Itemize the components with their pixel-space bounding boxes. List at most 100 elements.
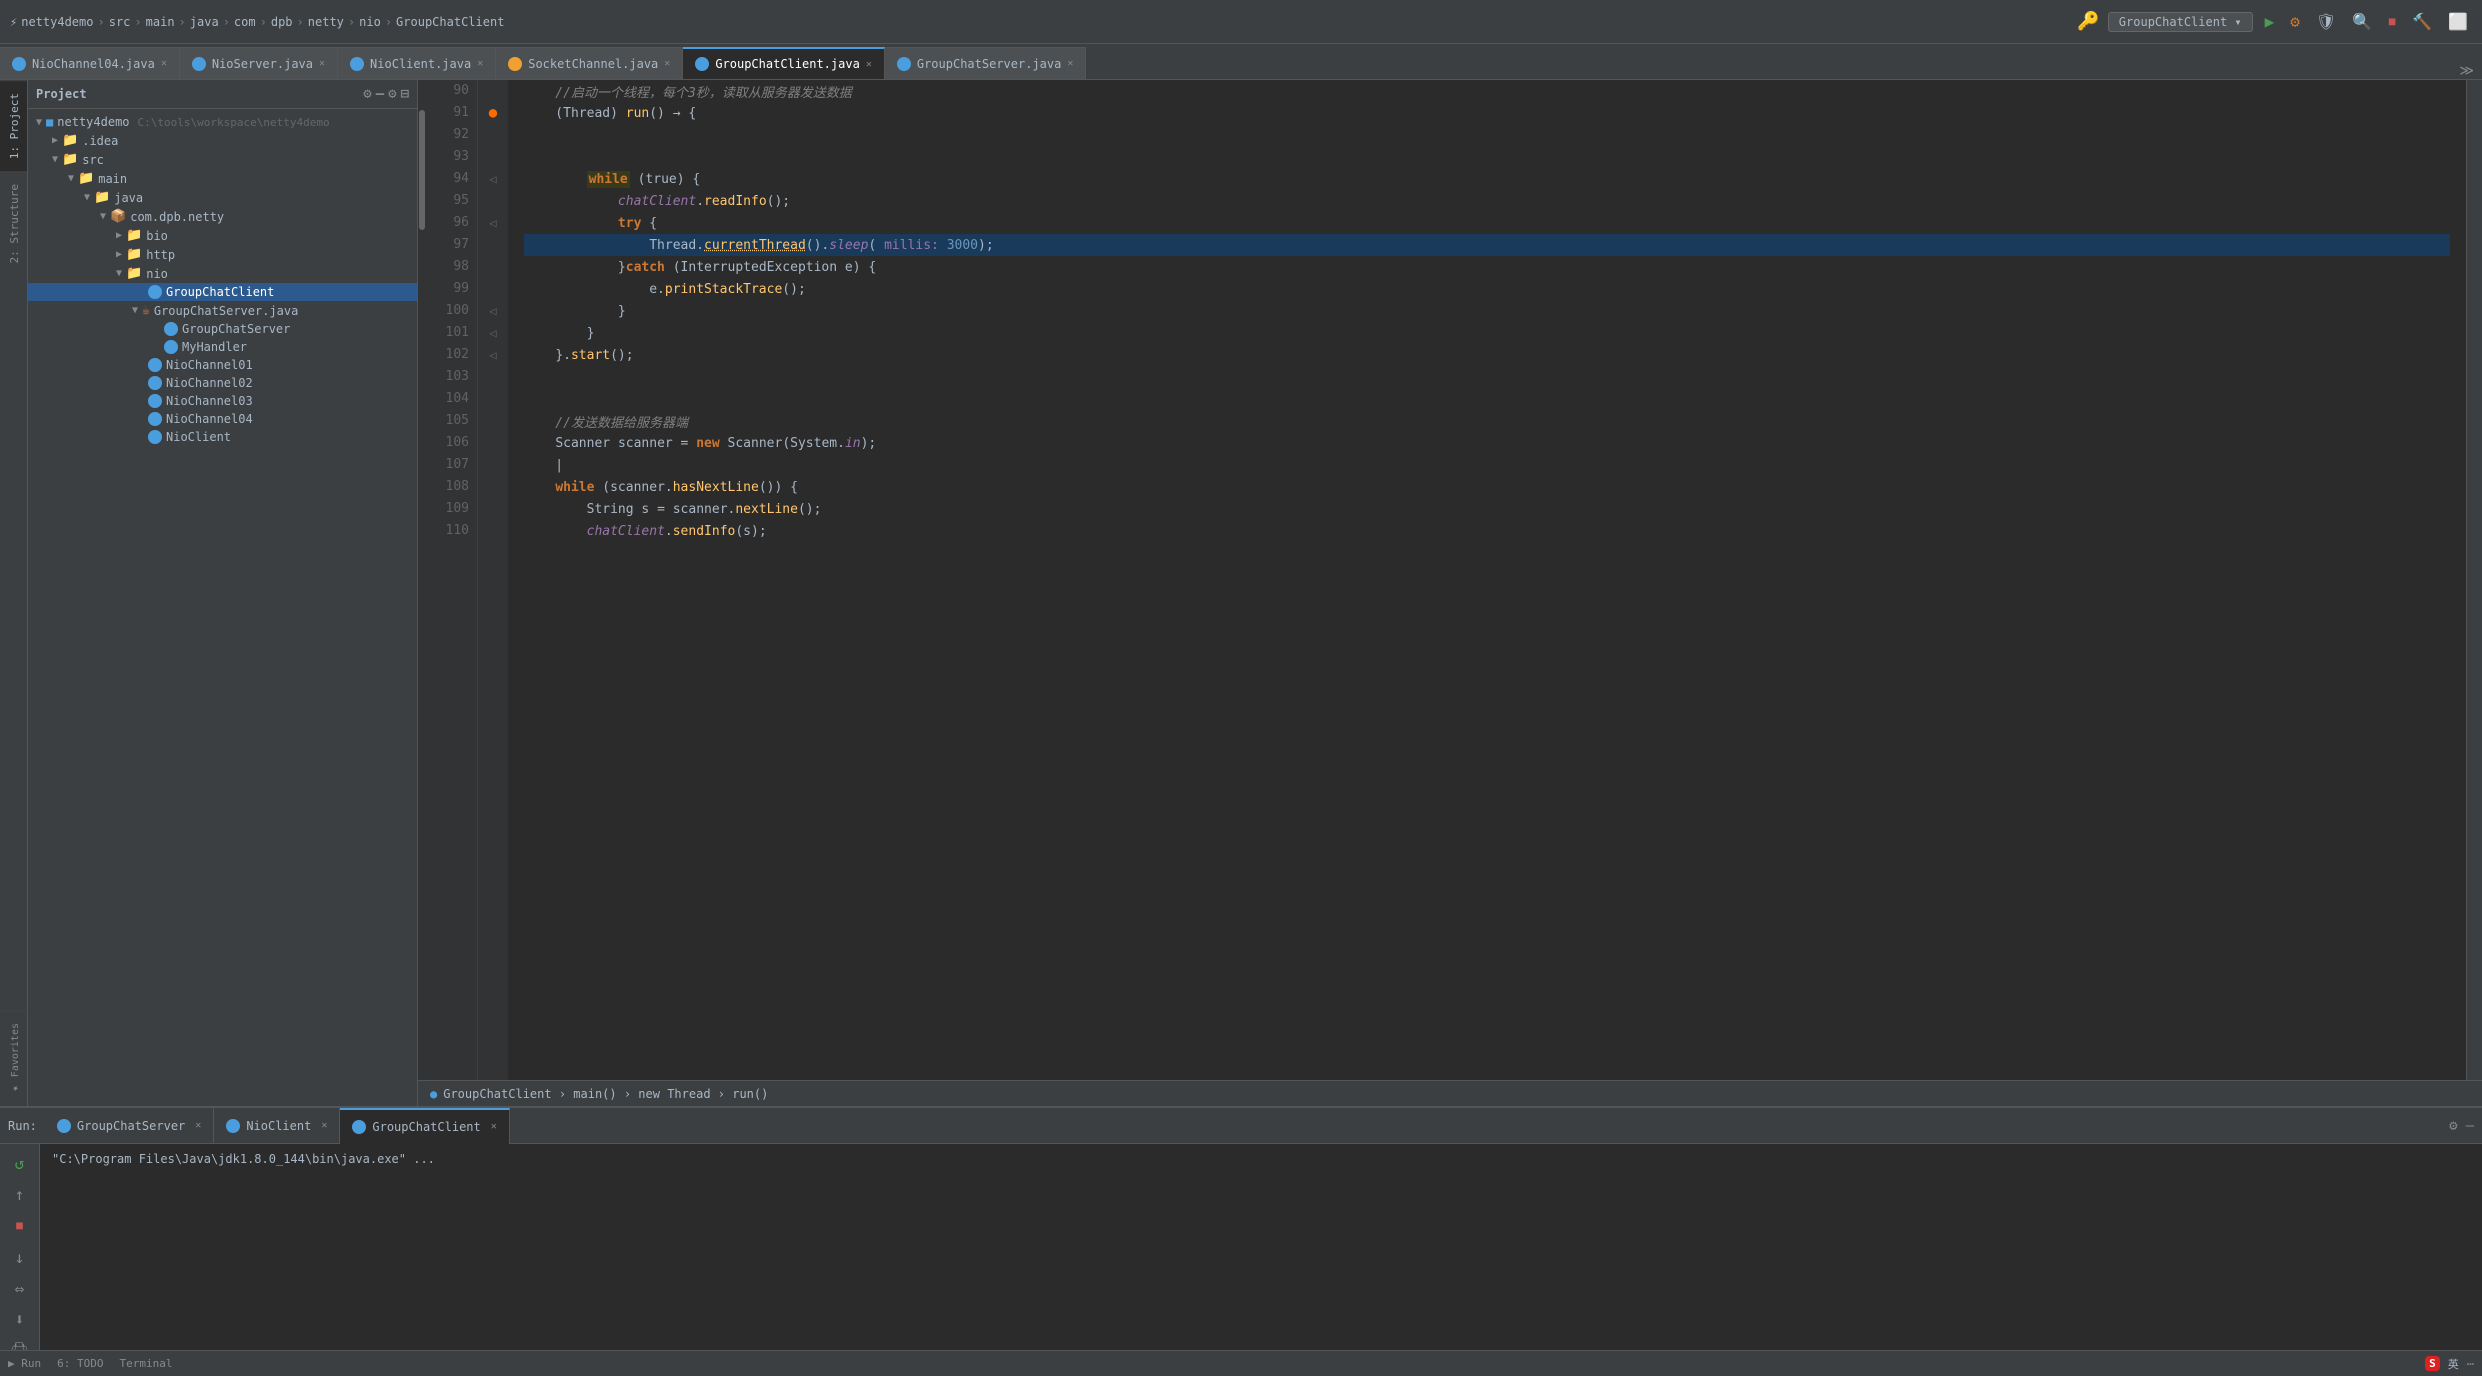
gutter-103 [478, 366, 508, 388]
tree-toolbar-collapse[interactable]: — [376, 86, 384, 102]
tree-item-netty4demo[interactable]: ▼ ■ netty4demo C:\tools\workspace\netty4… [28, 113, 417, 131]
tree-item-nio[interactable]: ▼ 📁 nio [28, 264, 417, 283]
bottom-tab-groupchatclient[interactable]: GroupChatClient ✕ [340, 1108, 509, 1144]
status-todo-tab[interactable]: 6: TODO [57, 1357, 103, 1370]
ln-103: 103 [426, 366, 469, 388]
gutter-arrow-96: ◁ [489, 216, 496, 230]
code-line-90: //启动一个线程，每个3秒，读取从服务器发送数据 [524, 80, 2450, 102]
tray-icon-1: ⋯ [2467, 1357, 2474, 1371]
ln-108: 108 [426, 476, 469, 498]
folder-icon-main: 📁 [78, 171, 94, 186]
tree-item-niochannel03[interactable]: NioChannel03 [28, 392, 417, 410]
tree-item-main[interactable]: ▼ 📁 main [28, 169, 417, 188]
tab-socketchannel[interactable]: SocketChannel.java ✕ [496, 47, 683, 79]
bottom-minimize-icon[interactable]: — [2466, 1118, 2474, 1134]
tree-item-com-dpb-netty[interactable]: ▼ 📦 com.dpb.netty [28, 207, 417, 226]
bottom-tab-groupchatserver[interactable]: GroupChatServer ✕ [45, 1108, 214, 1144]
tree-item-idea[interactable]: ▶ 📁 .idea [28, 131, 417, 150]
breadcrumb-main: main [146, 15, 175, 29]
folder-icon-idea: 📁 [62, 133, 78, 148]
run-button[interactable]: ▶ [2261, 10, 2279, 33]
status-terminal-tab[interactable]: Terminal [119, 1357, 172, 1370]
bottom-left-icons: ↺ ↑ ⏹ ↓ ⇔ ⬇ 🖨 🗑 [0, 1144, 40, 1350]
tree-item-niochannel04[interactable]: NioChannel04 [28, 410, 417, 428]
tab-niochannel04[interactable]: NioChannel04.java ✕ [0, 47, 180, 79]
tab-close-nioserver[interactable]: ✕ [319, 58, 325, 69]
bottom-content: ↺ ↑ ⏹ ↓ ⇔ ⬇ 🖨 🗑 "C:\Program Files\Java\j… [0, 1144, 2482, 1350]
side-tab-structure[interactable]: 2: Structure [0, 171, 27, 275]
tree-toolbar-settings[interactable]: ⚙ [388, 86, 396, 102]
tree-label-netty4demo: netty4demo [57, 115, 129, 129]
tab-close-socketchannel[interactable]: ✕ [664, 58, 670, 69]
code-line-96: try { [524, 212, 2450, 234]
stop-button[interactable]: ⏹ [2384, 10, 2400, 34]
code-line-101: } [524, 322, 2450, 344]
settings-icon[interactable]: ⬜ [2444, 10, 2472, 33]
tab-groupchatclient[interactable]: GroupChatClient.java ✕ [683, 47, 885, 79]
tree-item-niochannel01[interactable]: NioChannel01 [28, 356, 417, 374]
output-text: "C:\Program Files\Java\jdk1.8.0_144\bin\… [52, 1152, 435, 1166]
build-icon[interactable]: 🔨 [2408, 10, 2436, 33]
tab-icon-nioclient [350, 57, 364, 71]
tree-item-myhandler[interactable]: MyHandler [28, 338, 417, 356]
title-bar: ⚡ netty4demo › src › main › java › com ›… [0, 0, 2482, 44]
side-tab-favorites[interactable]: ★ Favorites [0, 1010, 27, 1106]
tab-overflow-button[interactable]: ≫ [2451, 63, 2482, 79]
tab-label-socketchannel: SocketChannel.java [528, 57, 658, 71]
tab-close-groupchatserver[interactable]: ✕ [1067, 58, 1073, 69]
tree-item-java[interactable]: ▼ 📁 java [28, 188, 417, 207]
file-icon-myhandler [164, 340, 178, 354]
tree-item-groupchatserver[interactable]: GroupChatServer [28, 320, 417, 338]
tree-item-groupchatserver-folder[interactable]: ▼ ☕ GroupChatServer.java [28, 301, 417, 320]
tab-nioclient[interactable]: NioClient.java ✕ [338, 47, 496, 79]
tab-close-niochannel04[interactable]: ✕ [161, 58, 167, 69]
bottom-tab-label-groupchatclient: GroupChatClient [372, 1120, 480, 1134]
debug-icon[interactable]: ⚙ [2286, 10, 2304, 33]
bottom-tab-close-groupchatclient[interactable]: ✕ [491, 1121, 497, 1132]
gutter-94: ◁ [478, 168, 508, 190]
tab-close-groupchatclient[interactable]: ✕ [866, 59, 872, 70]
side-tab-project[interactable]: 1: Project [0, 80, 27, 171]
tab-nioserver[interactable]: NioServer.java ✕ [180, 47, 338, 79]
tree-item-groupchatclient[interactable]: GroupChatClient [28, 283, 417, 301]
scroll-up-button[interactable]: ↑ [13, 1183, 27, 1206]
tab-close-nioclient[interactable]: ✕ [477, 58, 483, 69]
rerun-button[interactable]: ↺ [13, 1152, 27, 1175]
bottom-tab-nioclient[interactable]: NioClient ✕ [214, 1108, 340, 1144]
tree-item-niochannel02[interactable]: NioChannel02 [28, 374, 417, 392]
profile-icon[interactable]: 🔍 [2348, 10, 2376, 33]
tree-item-src[interactable]: ▼ 📁 src [28, 150, 417, 169]
tree-toolbar-options[interactable]: ⊟ [401, 86, 409, 102]
right-scrollbar[interactable] [2466, 80, 2482, 1080]
folder-icon-java: 📁 [94, 190, 110, 205]
code-lines[interactable]: //启动一个线程，每个3秒，读取从服务器发送数据 (Thread) run() … [508, 80, 2466, 1080]
folder-icon-groupchatserver: ☕ [142, 303, 150, 318]
tab-groupchatserver[interactable]: GroupChatServer.java ✕ [885, 47, 1087, 79]
print-button[interactable]: 🖨 [7, 1339, 31, 1350]
coverage-icon[interactable]: 🛡 [2312, 10, 2340, 33]
fold-button[interactable]: ⇔ [13, 1277, 27, 1300]
bottom-tab-close-groupchatserver[interactable]: ✕ [195, 1120, 201, 1131]
run-config-dropdown[interactable]: GroupChatClient ▾ [2108, 12, 2253, 32]
download-button[interactable]: ⬇ [13, 1308, 27, 1331]
gutter-98 [478, 256, 508, 278]
scroll-down-button[interactable]: ↓ [13, 1246, 27, 1269]
scrollbar-thumb[interactable] [419, 110, 425, 230]
code-line-110: chatClient.sendInfo(s); [524, 520, 2450, 542]
tree-item-bio[interactable]: ▶ 📁 bio [28, 226, 417, 245]
gutter-100: ◁ [478, 300, 508, 322]
code-container[interactable]: 90 91 92 93 94 95 96 97 98 99 100 101 10… [418, 80, 2482, 1080]
tree-label-niochannel01: NioChannel01 [166, 358, 253, 372]
folder-icon-com-dpb-netty: 📦 [110, 209, 126, 224]
status-run-tab[interactable]: ▶ Run [8, 1357, 41, 1370]
stop-run-button[interactable]: ⏹ [13, 1214, 25, 1238]
bottom-tab-close-nioclient[interactable]: ✕ [321, 1120, 327, 1131]
tree-toolbar-gear[interactable]: ⚙ [363, 86, 371, 102]
code-line-108: while (scanner.hasNextLine()) { [524, 476, 2450, 498]
breadcrumb-file-icon: ● [430, 1087, 437, 1101]
bottom-settings-icon[interactable]: ⚙ [2449, 1118, 2457, 1134]
bottom-tab-bar: Run: GroupChatServer ✕ NioClient ✕ Group… [0, 1108, 2482, 1144]
tree-item-nioclient[interactable]: NioClient [28, 428, 417, 446]
tree-item-http[interactable]: ▶ 📁 http [28, 245, 417, 264]
gutter-99 [478, 278, 508, 300]
